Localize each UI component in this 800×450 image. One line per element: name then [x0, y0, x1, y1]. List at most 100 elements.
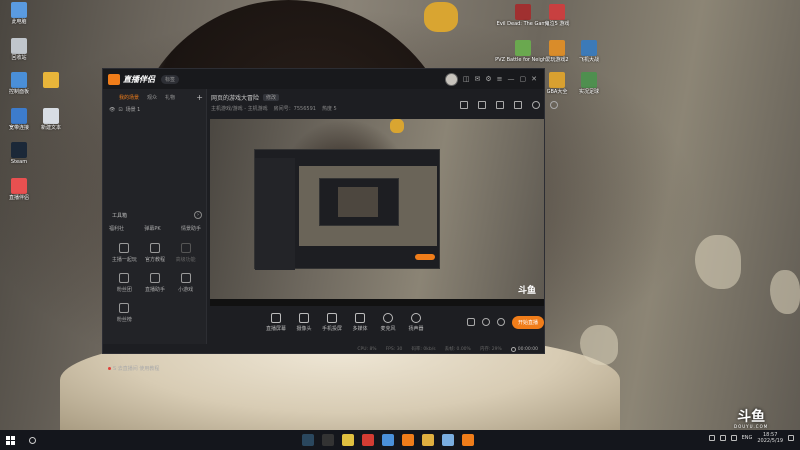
toolbox-more-icon[interactable]: › — [194, 211, 202, 219]
source-button[interactable]: 摄像头 — [290, 312, 318, 332]
toolbox-tool-label: 高级功能 — [175, 257, 196, 263]
toolbox-tool-label: 粉丝团 — [116, 287, 132, 293]
desktop-icon-label: Steam — [10, 159, 28, 165]
stream-preview[interactable]: 斗鱼 — [210, 119, 544, 306]
toolbox-tool[interactable]: 主播一起玩 — [109, 243, 140, 263]
toolbox-tool-label: 小游戏 — [178, 287, 194, 293]
avatar[interactable] — [444, 72, 458, 86]
desktop-icon[interactable]: 控制面板 — [2, 72, 36, 95]
bell-icon[interactable] — [532, 101, 540, 109]
eye-icon[interactable]: 👁 — [109, 107, 115, 113]
lock-icon[interactable]: ⊡ — [118, 107, 122, 113]
notification-icon[interactable] — [788, 435, 794, 441]
desktop-icon[interactable]: 回收站 — [2, 38, 36, 61]
game-icon[interactable] — [342, 434, 354, 446]
tray-expand-icon[interactable] — [708, 435, 715, 441]
memory-stat: 内存: 29% — [479, 347, 502, 352]
skin-icon[interactable]: ◫ — [463, 75, 470, 83]
sidebar-tab[interactable]: 我的场景 — [119, 94, 139, 103]
bitrate-stat: 码率: 0kb/s — [411, 347, 436, 352]
scene-name: 场景 1 — [125, 107, 141, 113]
edit-room-button[interactable]: 修改 — [263, 94, 280, 101]
version-badge[interactable]: 标签 — [161, 74, 180, 84]
steam-icon[interactable] — [302, 434, 314, 446]
menu-icon[interactable]: ≡ — [497, 75, 503, 83]
clock[interactable]: 18:57 2022/5/19 — [757, 432, 783, 444]
camera-icon — [299, 312, 309, 323]
text-file-icon — [43, 108, 59, 124]
toolbox-tool[interactable]: 小游戏 — [170, 273, 201, 293]
message-icon[interactable]: ✉ — [474, 75, 480, 83]
record-icon[interactable] — [466, 318, 475, 326]
desktop-icon-label: 控制面板 — [8, 89, 29, 95]
control-panel-icon — [11, 72, 27, 88]
toolbox-tool[interactable]: 官方教程 — [140, 243, 171, 263]
desktop-icon[interactable]: 爱玩游戏2 — [540, 40, 574, 63]
toolbox-tool[interactable]: 粉丝团 — [109, 273, 140, 293]
scene-item[interactable]: 👁 ⊡ 场景 1 — [103, 103, 206, 114]
app-icon[interactable] — [422, 434, 434, 446]
toolbox-item[interactable]: 福利社 — [109, 225, 124, 232]
app-icon[interactable] — [462, 434, 474, 446]
source-button-label: 手机投屏 — [321, 325, 342, 332]
desktop-icon[interactable] — [34, 72, 68, 89]
windows-start-icon[interactable] — [6, 435, 15, 445]
toolbox-tool[interactable]: 高级功能 — [170, 243, 201, 263]
language-indicator[interactable]: ENG — [742, 435, 753, 441]
desktop-icon-label: 爱玩游戏2 — [545, 57, 569, 63]
netease-music-icon[interactable] — [362, 434, 374, 446]
desktop-icon[interactable]: Evil Dead: The Game — [497, 4, 549, 27]
sidebar-tab[interactable]: 礼物 — [165, 94, 175, 103]
clipboard-icon — [119, 243, 130, 253]
network-icon[interactable] — [719, 435, 726, 441]
maximize-icon[interactable]: ▢ — [520, 75, 527, 83]
app-icon[interactable] — [322, 434, 334, 446]
close-icon[interactable]: ✕ — [531, 75, 537, 83]
desktop-icon[interactable]: 此电脑 — [2, 2, 36, 25]
desktop-icon[interactable]: 直播伴侣 — [2, 178, 36, 201]
start-live-button[interactable]: 开始直播 — [511, 315, 544, 329]
volume-icon[interactable] — [730, 435, 737, 441]
desktop-icon[interactable]: PVZ Battle for Neigh... — [495, 40, 551, 63]
search-icon[interactable] — [29, 436, 36, 444]
game-icon — [515, 4, 531, 20]
source-button[interactable]: 麦克风 — [374, 312, 402, 332]
add-scene-icon[interactable]: + — [196, 93, 203, 102]
desktop-icon[interactable]: 鬼泣5 游戏 — [540, 4, 574, 27]
eye-icon[interactable] — [481, 318, 490, 326]
room-meta-item: 房间号：7556591 — [273, 106, 316, 112]
toolbox-tool[interactable]: 直播助手 — [140, 273, 171, 293]
lock-icon[interactable] — [478, 101, 486, 109]
desktop-icon[interactable]: 飞机大战 — [572, 40, 606, 63]
preview-nested-window — [254, 149, 440, 270]
desktop-icon[interactable]: 实况足球 — [572, 72, 606, 95]
app-logo: 直播伴侣 — [108, 73, 155, 85]
taskbar-apps — [302, 434, 474, 446]
toolbox-item[interactable]: 弹幕PK — [144, 225, 160, 232]
settings-icon[interactable] — [496, 318, 505, 326]
source-button[interactable]: 直播屏幕 — [262, 312, 290, 332]
app-icon[interactable] — [442, 434, 454, 446]
app-icon[interactable] — [402, 434, 414, 446]
source-button[interactable]: 多媒体 — [346, 312, 374, 332]
source-button[interactable]: 扬声器 — [402, 312, 430, 332]
desktop-icon[interactable]: Steam — [2, 142, 36, 165]
sidebar-tab[interactable]: 观众 — [147, 94, 157, 103]
desktop-icon[interactable]: GBA大全 — [540, 72, 574, 95]
desktop-icon[interactable]: 新建文本 — [34, 108, 68, 131]
sidebar-footer[interactable]: S 去直播间 使用教程 — [108, 365, 159, 372]
source-button[interactable]: 手机投屏 — [318, 312, 346, 332]
calendar-icon[interactable] — [460, 101, 468, 109]
toolbox-tool[interactable]: 粉丝榜 — [109, 303, 140, 323]
cube-icon — [149, 273, 160, 283]
minimize-icon[interactable]: — — [508, 75, 515, 83]
desktop-icon-label: 新建文本 — [40, 125, 61, 131]
app-icon[interactable] — [382, 434, 394, 446]
desktop-icon[interactable]: 宽带连接 — [2, 108, 36, 131]
settings-icon[interactable]: ⚙ — [485, 75, 491, 83]
image-icon[interactable] — [496, 101, 504, 109]
gift-icon[interactable] — [514, 101, 522, 109]
share-icon[interactable] — [550, 101, 558, 109]
steam-icon — [11, 142, 27, 158]
toolbox-item[interactable]: 情景助手 — [181, 225, 201, 232]
